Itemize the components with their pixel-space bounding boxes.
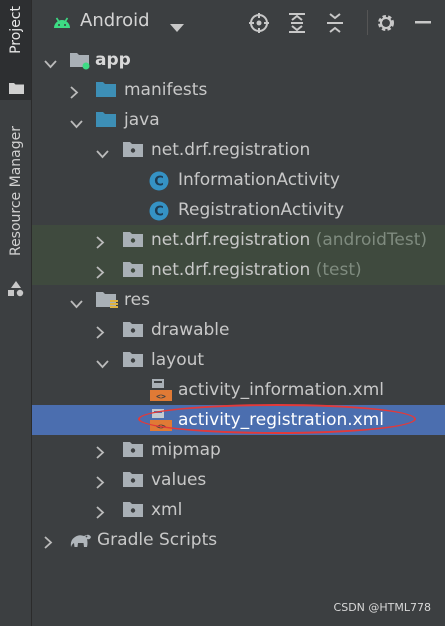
tree-node-label: manifests — [124, 80, 208, 100]
resources-folder-icon — [95, 290, 119, 314]
package-folder-icon — [122, 500, 144, 522]
tree-node-label: mipmap — [151, 440, 221, 460]
resource-shapes-icon — [8, 281, 24, 301]
project-toolbar: Android — [32, 0, 445, 45]
chevron-down-icon[interactable] — [70, 294, 83, 313]
package-folder-icon — [122, 320, 144, 342]
tree-node-drawable[interactable]: drawable — [32, 315, 445, 345]
tree-node-label: activity_registration.xml — [178, 410, 384, 430]
chevron-right-icon[interactable] — [96, 444, 105, 463]
folder-icon — [9, 79, 24, 98]
chevron-right-icon[interactable] — [96, 324, 105, 343]
chevron-down-icon[interactable] — [70, 114, 83, 133]
layout-xml-icon: <> — [149, 408, 173, 436]
tree-node-app[interactable]: app — [32, 45, 445, 75]
chevron-right-icon[interactable] — [70, 84, 79, 103]
tree-node-package-test[interactable]: net.drf.registration (test) — [32, 255, 445, 285]
minimize-icon[interactable] — [412, 12, 434, 34]
class-c-icon: C — [149, 201, 169, 225]
chevron-right-icon[interactable] — [96, 264, 105, 283]
package-folder-icon — [122, 350, 144, 372]
svg-text:C: C — [154, 205, 164, 220]
tree-node-information-activity[interactable]: C InformationActivity — [32, 165, 445, 195]
tree-node-label: net.drf.registration (androidTest) — [151, 230, 427, 250]
tree-node-label: Gradle Scripts — [97, 530, 218, 550]
tree-node-label: app — [95, 50, 131, 70]
tree-node-label: net.drf.registration — [151, 140, 311, 160]
tree-node-label: xml — [151, 500, 183, 520]
package-folder-icon — [122, 260, 144, 282]
chevron-down-icon[interactable] — [44, 54, 57, 73]
expand-all-icon[interactable] — [286, 12, 308, 34]
tree-node-label: RegistrationActivity — [178, 200, 345, 220]
watermark: CSDN @HTML778 — [333, 601, 431, 614]
locate-icon[interactable] — [248, 12, 270, 34]
tree-node-activity-registration-xml[interactable]: <> activity_registration.xml — [32, 405, 445, 435]
package-folder-icon — [122, 140, 144, 162]
source-set-suffix: (test) — [315, 260, 362, 280]
class-c-icon: C — [149, 171, 169, 195]
view-selector-label[interactable]: Android — [80, 10, 150, 31]
tree-node-label: activity_information.xml — [178, 380, 385, 400]
tree-node-label: res — [124, 290, 150, 310]
tree-node-label: InformationActivity — [178, 170, 340, 190]
project-tool-tab[interactable]: Project — [0, 0, 31, 100]
chevron-down-icon[interactable] — [170, 18, 184, 37]
tree-node-label: values — [151, 470, 207, 490]
tree-node-label: net.drf.registration (test) — [151, 260, 362, 280]
chevron-right-icon[interactable] — [96, 504, 105, 523]
tree-node-gradle-scripts[interactable]: Gradle Scripts — [32, 525, 445, 555]
tree-node-layout[interactable]: layout — [32, 345, 445, 375]
tree-node-package-main[interactable]: net.drf.registration — [32, 135, 445, 165]
tool-window-strip: Project Resource Manager — [0, 0, 32, 626]
tree-node-label: drawable — [151, 320, 230, 340]
package-folder-icon — [122, 230, 144, 252]
tree-node-activity-information-xml[interactable]: <> activity_information.xml — [32, 375, 445, 405]
tree-node-registration-activity[interactable]: C RegistrationActivity — [32, 195, 445, 225]
chevron-down-icon[interactable] — [96, 354, 109, 373]
tree-node-mipmap[interactable]: mipmap — [32, 435, 445, 465]
tree-node-java[interactable]: java — [32, 105, 445, 135]
gradle-elephant-icon — [68, 531, 92, 553]
tree-node-package-android-test[interactable]: net.drf.registration (androidTest) — [32, 225, 445, 255]
tree-node-label: layout — [151, 350, 205, 370]
tree-node-res[interactable]: res — [32, 285, 445, 315]
tree-node-values[interactable]: values — [32, 465, 445, 495]
gear-icon[interactable] — [375, 12, 397, 34]
tree-node-label: java — [124, 110, 160, 130]
android-icon — [52, 14, 72, 33]
tree-node-xml[interactable]: xml — [32, 495, 445, 525]
layout-xml-icon: <> — [149, 378, 173, 406]
package-name: net.drf.registration — [151, 230, 311, 250]
chevron-right-icon[interactable] — [44, 534, 53, 553]
resource-manager-tab-label: Resource Manager — [8, 126, 24, 257]
folder-icon — [95, 80, 117, 102]
svg-text:<>: <> — [156, 422, 166, 431]
chevron-right-icon[interactable] — [96, 474, 105, 493]
project-tab-label: Project — [8, 6, 24, 54]
package-name: net.drf.registration — [151, 260, 311, 280]
source-set-suffix: (androidTest) — [315, 230, 427, 250]
toolbar-divider — [367, 10, 368, 35]
svg-text:<>: <> — [156, 392, 166, 401]
svg-text:C: C — [154, 175, 164, 190]
tree-node-manifests[interactable]: manifests — [32, 75, 445, 105]
collapse-all-icon[interactable] — [324, 12, 346, 34]
chevron-right-icon[interactable] — [96, 234, 105, 253]
package-folder-icon — [122, 440, 144, 462]
chevron-down-icon[interactable] — [96, 144, 109, 163]
folder-icon — [95, 110, 117, 132]
module-folder-icon — [69, 50, 91, 74]
package-folder-icon — [122, 470, 144, 492]
resource-manager-tool-tab[interactable]: Resource Manager — [0, 124, 31, 304]
